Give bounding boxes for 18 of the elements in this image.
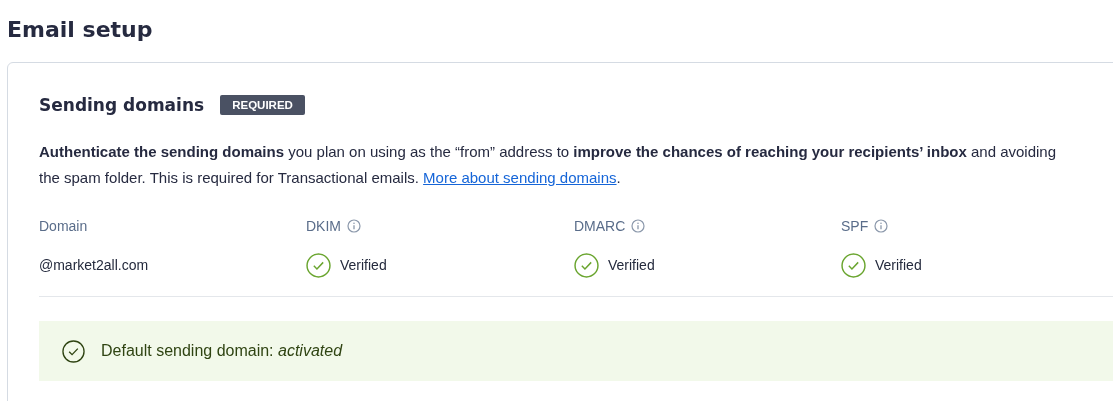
page-title: Email setup	[7, 17, 154, 42]
description-paragraph: Authenticate the sending domains you plan on using as the “from” address to improve the chances of reaching your recipients’ inbox and avoiding the spam folder. This is required for Transactional emails. More about sending domains.	[39, 142, 1058, 188]
sending-domains-link[interactable]: More about sending domains	[423, 169, 617, 186]
info-icon[interactable]	[631, 219, 646, 233]
column-header: DMARC	[574, 218, 626, 234]
check-circle-icon	[62, 339, 85, 363]
column-header: DKIM	[306, 218, 341, 234]
column-header: SPF	[841, 218, 869, 234]
status-text: Verified	[608, 257, 655, 273]
section-title: Sending domains	[39, 95, 205, 115]
required-badge: REQUIRED	[220, 95, 305, 115]
domain-cell: @market2all.com	[39, 257, 149, 273]
status-text: Verified	[340, 257, 387, 273]
column-header: Domain	[39, 218, 88, 234]
info-icon[interactable]	[874, 219, 889, 233]
banner-text: Default sending domain: activated	[101, 342, 343, 360]
info-icon[interactable]	[347, 219, 361, 233]
status-text: Verified	[875, 257, 922, 273]
